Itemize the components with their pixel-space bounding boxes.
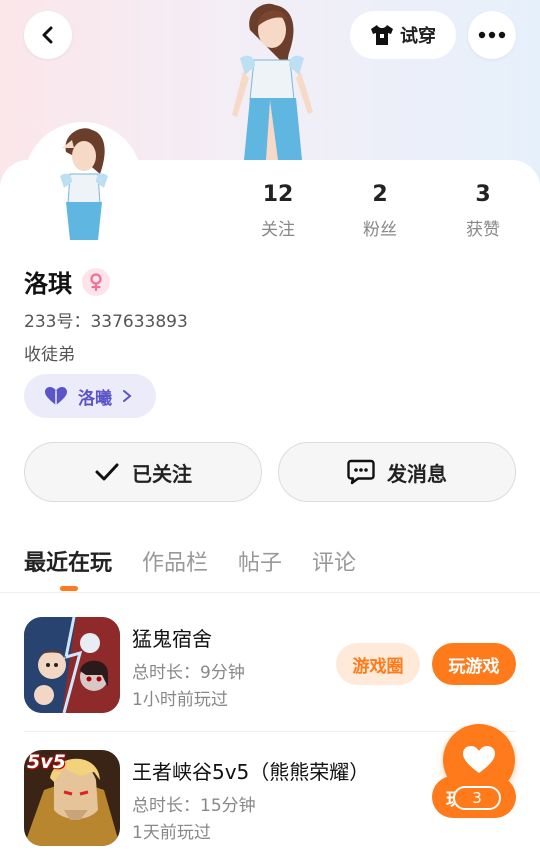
game-duration: 总时长：9分钟: [132, 663, 245, 683]
relationship-tag-button[interactable]: 洛曦: [24, 374, 156, 418]
game-last-played: 1天前玩过: [132, 823, 211, 843]
list-divider: [24, 731, 516, 732]
avatar[interactable]: [24, 122, 142, 244]
back-button[interactable]: [24, 11, 72, 59]
tab-works[interactable]: 作品栏: [142, 545, 208, 577]
more-dots-icon: [478, 31, 506, 39]
game-duration: 总时长：15分钟: [132, 796, 256, 816]
content-tabs: 最近在玩 作品栏 帖子 评论: [24, 545, 356, 591]
check-icon: [95, 463, 119, 481]
try-on-button[interactable]: 试穿: [350, 11, 456, 59]
tabs-divider: [0, 592, 540, 593]
following-label: 已关注: [132, 461, 192, 486]
stat-label: 获赞: [466, 220, 500, 240]
stat-value: 3: [475, 182, 491, 207]
tab-posts[interactable]: 帖子: [238, 545, 282, 577]
female-icon: [82, 267, 110, 296]
game-last-played: 1小时前玩过: [132, 690, 228, 710]
try-on-label: 试穿: [400, 26, 436, 47]
uid-value: 337633893: [90, 312, 188, 332]
stat-label: 关注: [261, 220, 295, 240]
tshirt-icon: [371, 25, 393, 45]
relationship-tag-label: 洛曦: [78, 388, 112, 409]
tab-recently-played[interactable]: 最近在玩: [24, 545, 112, 591]
tab-comments[interactable]: 评论: [312, 545, 356, 577]
game-title: 王者峡谷5v5（熊熊荣耀）: [132, 760, 370, 784]
signature: 收徒弟: [24, 345, 75, 365]
heart-icon: [45, 387, 67, 405]
game-icon: [24, 617, 120, 713]
chevron-right-icon: [123, 390, 132, 402]
stat-value: 12: [262, 182, 294, 207]
following-button[interactable]: 已关注: [24, 442, 262, 502]
stat-label: 粉丝: [363, 220, 397, 240]
like-count-badge: 3: [453, 786, 501, 810]
avatar-character-image: [60, 128, 108, 240]
stat-followers[interactable]: 2 粉丝: [340, 182, 420, 240]
send-message-button[interactable]: 发消息: [278, 442, 516, 502]
game-icon-badge: 5v5: [27, 751, 66, 773]
chat-bubble-icon: [347, 459, 375, 485]
list-item[interactable]: 猛鬼宿舍 总时长：9分钟 1小时前玩过 游戏圈 玩游戏: [0, 617, 540, 737]
heart-icon: [463, 746, 495, 773]
game-circle-button[interactable]: 游戏圈: [336, 643, 420, 685]
chevron-left-icon: [42, 26, 53, 44]
play-game-button[interactable]: 玩游戏: [432, 643, 516, 685]
more-button[interactable]: [468, 11, 516, 59]
send-message-label: 发消息: [387, 461, 447, 486]
game-title: 猛鬼宿舍: [132, 627, 212, 651]
stat-following[interactable]: 12 关注: [238, 182, 318, 240]
stat-likes[interactable]: 3 获赞: [443, 182, 523, 240]
game-icon: 5v5: [24, 750, 120, 846]
uid-row: 233号：337633893: [24, 307, 188, 332]
name-row: 洛琪: [24, 264, 110, 299]
uid-label: 233号：: [24, 312, 91, 332]
avatar-character-large: [232, 3, 313, 160]
stat-value: 2: [372, 182, 388, 207]
user-name: 洛琪: [24, 270, 72, 298]
